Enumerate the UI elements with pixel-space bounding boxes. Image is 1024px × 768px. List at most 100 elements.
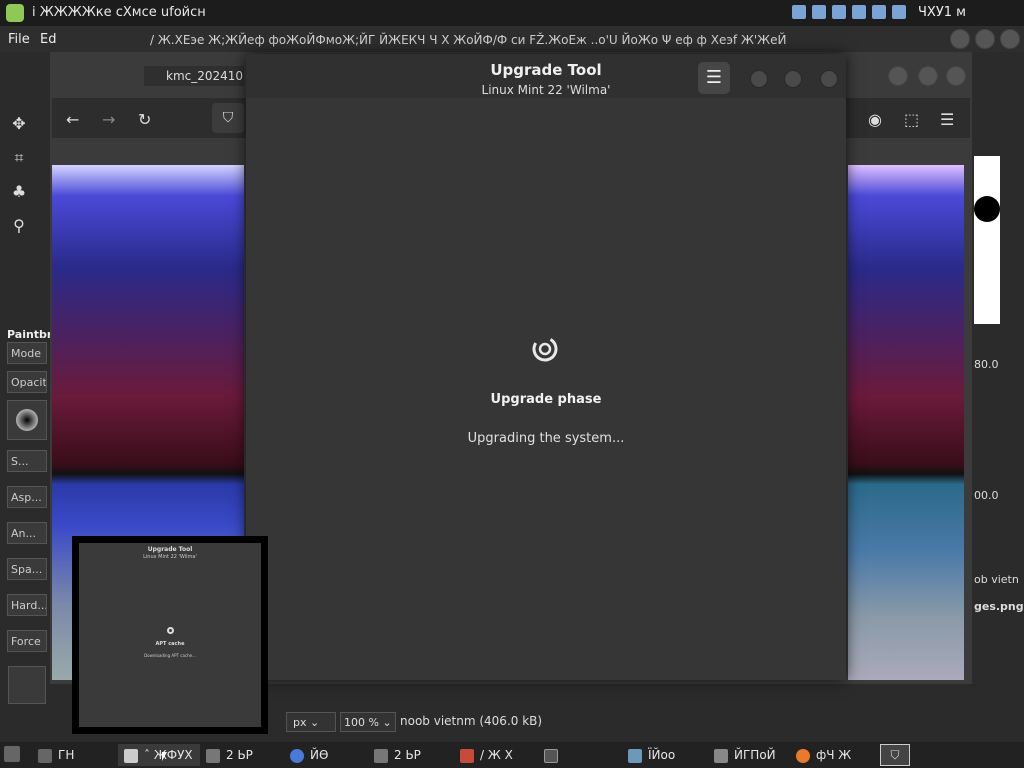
window-preview-thumbnail[interactable]: Upgrade Tool Linux Mint 22 'Wilma' APT c… [72,536,268,734]
zoom-label: 100 % [344,716,379,729]
shield-app-icon: ⛉ [890,748,900,762]
window-title-strip: / Ж.ХЕэе Ж;ЖЙеф фоЖоЙФмоЖ;ЙГ ЙЖЕКЧ Ч Х Ж… [150,33,787,47]
image-close-button[interactable] [946,66,966,86]
shield-icon: ⛉ [222,110,234,126]
task-item-6-label: / Ж Х [480,748,513,762]
preview-title: Upgrade Tool [147,546,193,553]
dialog-close-button[interactable] [820,70,838,88]
task-item-1-label: ГН [58,748,75,762]
spacing-slider[interactable]: Spa... [7,558,47,580]
show-desktop-icon[interactable] [4,746,20,762]
angle-slider[interactable]: An... [7,522,47,544]
task-item-5[interactable]: 2 ЬР [374,744,421,766]
size-slider[interactable]: S... [7,450,47,472]
tool-options-title: Paintbr [7,328,53,341]
task-item-4[interactable]: ЙӨ [290,744,328,766]
toolbox: ✥ ⌗ ♣ ⚲ Paintbr Mode Opacity S... Asp...… [0,52,52,742]
brush-circle-icon [974,196,1000,222]
zoom-select[interactable]: 100 % ⌄ [340,712,396,732]
dock-value-2[interactable]: 00.0 [974,489,999,502]
status-bar: px ⌄ 100 % ⌄ noob vietnm (406.0 kB) [246,708,972,736]
updates-icon[interactable] [852,5,866,19]
preview-message: Downloading APT cache... [144,653,196,658]
active-window-title: i ЖЖЖЖке сХмсе ufoйсн [32,5,206,20]
image-minimize-button[interactable] [888,66,908,86]
hardness-slider[interactable]: Hard... [7,594,47,616]
folder-icon [374,748,388,763]
top-panel: i ЖЖЖЖке сХмсе ufoйсн ЧХУ1 м [0,0,1024,26]
task-item-8[interactable]: ЇЙоо [628,744,675,766]
reload-icon[interactable]: ↻ [138,110,151,129]
browser-menu-icon[interactable]: ☰ [940,110,954,129]
canvas-image-right[interactable] [848,165,964,680]
settings-icon [628,748,642,763]
dynamics-icon[interactable] [8,666,46,704]
terminal-icon [38,748,52,763]
preview-content: Upgrade Tool Linux Mint 22 'Wilma' APT c… [79,543,261,727]
task-item-6[interactable]: / Ж Х [460,744,513,766]
task-item-10-label: фЧ Ж [816,748,852,762]
mode-select[interactable]: Mode [7,342,47,364]
phase-title: Upgrade phase [490,392,602,407]
brush-icon [16,409,38,431]
dialog-menu-button[interactable]: ☰ [698,62,730,94]
force-slider[interactable]: Force [7,630,47,652]
dialog-maximize-button[interactable] [784,70,802,88]
browser-icon [290,748,304,763]
account-icon[interactable]: ◉ [868,110,882,129]
image-tab-label: kmc_202410 [166,69,244,83]
task-item-9-label: ЙГПоЙ [734,748,776,762]
shield-icon[interactable] [832,5,846,19]
image-maximize-button[interactable] [918,66,938,86]
gimp-icon [460,748,474,763]
task-item-2-active[interactable]: ˆ ЖФУХ [118,744,200,766]
preview-spinner-icon [167,627,174,634]
task-item-10[interactable]: фЧ Ж [796,744,851,766]
extensions-icon[interactable]: ⬚ [904,110,919,129]
task-item-3-label: 2 ЬР [226,748,253,762]
brushes-panel[interactable] [974,156,1000,324]
task-item-9[interactable]: ЙГПоЙ [714,744,776,766]
volume-icon[interactable] [872,5,886,19]
dock-value-1[interactable]: 80.0 [974,358,999,371]
task-item-3[interactable]: 2 ЬР [206,744,253,766]
network-icon[interactable] [792,5,806,19]
preview-subtitle: Linux Mint 22 'Wilma' [143,554,197,560]
task-item-11[interactable]: ⛉ [880,744,910,766]
firefox-icon [796,748,810,763]
opacity-slider[interactable]: Opacity [7,371,47,393]
upgrade-tool-dialog: Upgrade Tool Linux Mint 22 'Wilma' ☰ Upg… [246,54,846,680]
file-info: noob vietnm (406.0 kB) [400,714,543,728]
dock-file-2[interactable]: ges.png [974,600,1024,613]
forward-arrow-icon[interactable]: → [102,110,115,129]
back-arrow-icon[interactable]: ← [66,110,79,129]
menu-edit[interactable]: Ed [40,32,56,47]
gimp-close-button[interactable] [1000,29,1020,49]
terminal-icon [544,748,558,763]
zoom-tool-icon[interactable]: ⚲ [8,216,30,238]
crop-tool-icon[interactable]: ⌗ [8,148,30,170]
display-icon[interactable] [892,5,906,19]
menu-file[interactable]: File [8,32,30,47]
clone-tool-icon[interactable]: ♣ [8,182,30,204]
task-item-5-label: 2 ЬР [394,748,421,762]
gimp-maximize-button[interactable] [975,29,995,49]
brush-preview[interactable] [7,400,47,440]
mint-menu-icon[interactable] [6,4,24,22]
aspect-slider[interactable]: Asp... [7,486,47,508]
unit-select[interactable]: px ⌄ [286,712,336,732]
task-item-2-label: ˆ ЖФУХ [144,748,193,762]
move-tool-icon[interactable]: ✥ [8,114,30,136]
dialog-minimize-button[interactable] [750,70,768,88]
task-item-7[interactable] [544,744,564,766]
clock[interactable]: ЧХУ1 м [918,5,966,20]
text-editor-icon [714,748,728,763]
image-tab[interactable]: kmc_202410 [144,66,244,86]
shield-button[interactable]: ⛉ [212,103,244,133]
gimp-minimize-button[interactable] [950,29,970,49]
task-item-1[interactable]: ГН [38,744,74,766]
clipboard-icon[interactable] [812,5,826,19]
unit-label: px [293,716,307,729]
dock-file-1[interactable]: ob vietn [974,573,1019,586]
preview-phase: APT cache [155,641,185,647]
